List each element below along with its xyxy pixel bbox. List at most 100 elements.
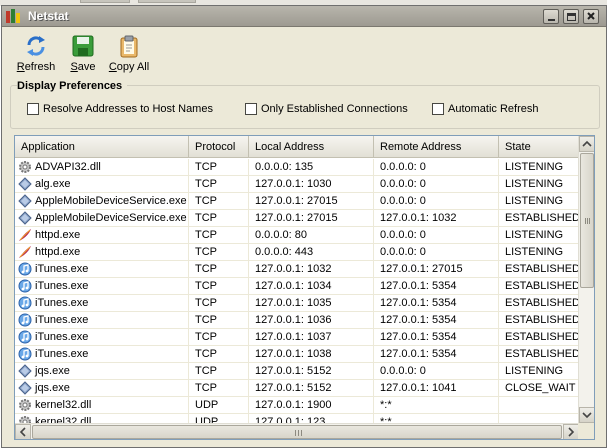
table-row[interactable]: kernel32.dll UDP 127.0.0.1: 1900 *:*: [15, 397, 579, 414]
minimize-button[interactable]: [543, 9, 559, 24]
title-bar[interactable]: Netstat: [2, 6, 606, 27]
cell-remote-address: 0.0.0.0: 0: [374, 159, 499, 176]
copy-all-button[interactable]: Copy All: [108, 34, 150, 76]
cell-state: LISTENING: [499, 159, 579, 176]
connections-table: Application Protocol Local Address Remot…: [14, 135, 595, 440]
application-name: ADVAPI32.dll: [35, 160, 101, 173]
app-diamond-icon: [18, 211, 32, 225]
cell-protocol: TCP: [189, 346, 249, 363]
arrow-down-icon: [582, 412, 592, 419]
arrow-right-icon: [568, 427, 575, 437]
table-row[interactable]: alg.exe TCP 127.0.0.1: 1030 0.0.0.0: 0 L…: [15, 176, 579, 193]
maximize-button[interactable]: [563, 9, 579, 24]
column-header-protocol[interactable]: Protocol: [189, 136, 249, 158]
cell-remote-address: 127.0.0.1: 5354: [374, 295, 499, 312]
vertical-scrollbar[interactable]: [578, 136, 594, 423]
application-name: iTunes.exe: [35, 279, 89, 292]
cell-local-address: 127.0.0.1: 5152: [249, 363, 374, 380]
scroll-left-button[interactable]: [15, 424, 31, 439]
close-button[interactable]: [583, 9, 599, 24]
table-row[interactable]: httpd.exe TCP 0.0.0.0: 443 0.0.0.0: 0 LI…: [15, 244, 579, 261]
cell-state: CLOSE_WAIT: [499, 380, 579, 397]
netstat-window: Netstat Refresh Save Copy All Display Pr…: [1, 5, 607, 448]
feather-icon: [18, 245, 32, 259]
table-row[interactable]: iTunes.exe TCP 127.0.0.1: 1032 127.0.0.1…: [15, 261, 579, 278]
save-accelerator: S: [70, 61, 78, 73]
cell-state: ESTABLISHED: [499, 346, 579, 363]
cell-state: ESTABLISHED: [499, 278, 579, 295]
music-note-icon: [18, 313, 32, 327]
only-established-label: Only Established Connections: [261, 103, 408, 115]
resolve-addresses-checkbox[interactable]: Resolve Addresses to Host Names: [27, 103, 213, 115]
cell-application: jqs.exe: [15, 380, 189, 397]
desktop-tab: [138, 0, 196, 3]
cell-protocol: TCP: [189, 176, 249, 193]
horizontal-scroll-thumb[interactable]: [32, 425, 562, 439]
app-bars-icon: [6, 9, 20, 23]
cell-remote-address: 127.0.0.1: 5354: [374, 346, 499, 363]
table-row[interactable]: jqs.exe TCP 127.0.0.1: 5152 127.0.0.1: 1…: [15, 380, 579, 397]
column-header-application[interactable]: Application: [15, 136, 189, 158]
cell-remote-address: 127.0.0.1: 5354: [374, 329, 499, 346]
music-note-icon: [18, 279, 32, 293]
horizontal-scrollbar[interactable]: [15, 423, 579, 439]
table-body: ADVAPI32.dll TCP 0.0.0.0: 135 0.0.0.0: 0…: [15, 159, 579, 431]
refresh-label: efresh: [24, 61, 56, 73]
cell-state: ESTABLISHED: [499, 312, 579, 329]
vertical-scroll-thumb[interactable]: [580, 153, 594, 288]
cell-application: iTunes.exe: [15, 295, 189, 312]
cell-application: httpd.exe: [15, 244, 189, 261]
application-name: httpd.exe: [35, 228, 81, 241]
cell-application: iTunes.exe: [15, 312, 189, 329]
save-button[interactable]: Save: [69, 34, 97, 76]
automatic-refresh-checkbox[interactable]: Automatic Refresh: [432, 103, 538, 115]
scrollbar-corner: [578, 423, 594, 439]
scroll-down-button[interactable]: [579, 407, 594, 423]
cell-protocol: TCP: [189, 261, 249, 278]
application-name: kernel32.dll: [35, 398, 92, 411]
arrow-left-icon: [19, 427, 26, 437]
maximize-icon: [567, 13, 576, 21]
cell-application: iTunes.exe: [15, 329, 189, 346]
cell-state: LISTENING: [499, 244, 579, 261]
cell-remote-address: 127.0.0.1: 1041: [374, 380, 499, 397]
cell-remote-address: *:*: [374, 397, 499, 414]
only-established-checkbox[interactable]: Only Established Connections: [245, 103, 408, 115]
resolve-addresses-label: Resolve Addresses to Host Names: [43, 103, 213, 115]
arrow-up-icon: [582, 140, 592, 147]
application-name: iTunes.exe: [35, 296, 89, 309]
table-row[interactable]: iTunes.exe TCP 127.0.0.1: 1037 127.0.0.1…: [15, 329, 579, 346]
application-name: jqs.exe: [35, 381, 70, 394]
refresh-button[interactable]: Refresh: [16, 34, 56, 76]
cell-protocol: TCP: [189, 244, 249, 261]
column-header-remote-address[interactable]: Remote Address: [374, 136, 499, 158]
table-row[interactable]: httpd.exe TCP 0.0.0.0: 80 0.0.0.0: 0 LIS…: [15, 227, 579, 244]
music-note-icon: [18, 296, 32, 310]
cell-protocol: TCP: [189, 227, 249, 244]
table-row[interactable]: AppleMobileDeviceService.exe TCP 127.0.0…: [15, 210, 579, 227]
cell-protocol: TCP: [189, 329, 249, 346]
table-row[interactable]: iTunes.exe TCP 127.0.0.1: 1038 127.0.0.1…: [15, 346, 579, 363]
table-row[interactable]: iTunes.exe TCP 127.0.0.1: 1036 127.0.0.1…: [15, 312, 579, 329]
feather-icon: [18, 228, 32, 242]
scroll-up-button[interactable]: [579, 136, 594, 152]
table-row[interactable]: AppleMobileDeviceService.exe TCP 127.0.0…: [15, 193, 579, 210]
column-header-state[interactable]: State: [499, 136, 579, 158]
checkbox-box[interactable]: [245, 103, 257, 115]
scroll-right-button[interactable]: [563, 424, 579, 439]
checkbox-box[interactable]: [27, 103, 39, 115]
cell-state: ESTABLISHED: [499, 210, 579, 227]
cell-application: httpd.exe: [15, 227, 189, 244]
application-name: alg.exe: [35, 177, 71, 190]
table-row[interactable]: ADVAPI32.dll TCP 0.0.0.0: 135 0.0.0.0: 0…: [15, 159, 579, 176]
application-name: iTunes.exe: [35, 347, 89, 360]
column-header-local-address[interactable]: Local Address: [249, 136, 374, 158]
table-row[interactable]: jqs.exe TCP 127.0.0.1: 5152 0.0.0.0: 0 L…: [15, 363, 579, 380]
cell-application: alg.exe: [15, 176, 189, 193]
music-note-icon: [18, 330, 32, 344]
table-row[interactable]: iTunes.exe TCP 127.0.0.1: 1035 127.0.0.1…: [15, 295, 579, 312]
table-row[interactable]: iTunes.exe TCP 127.0.0.1: 1034 127.0.0.1…: [15, 278, 579, 295]
application-name: iTunes.exe: [35, 262, 89, 275]
gear-icon: [18, 160, 32, 174]
checkbox-box[interactable]: [432, 103, 444, 115]
